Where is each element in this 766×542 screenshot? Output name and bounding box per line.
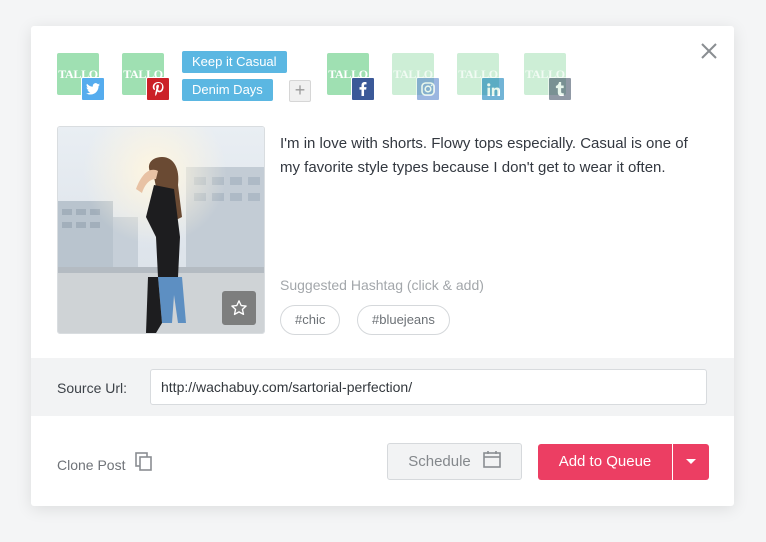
source-url-section: Source Url: xyxy=(31,358,734,416)
calendar-icon xyxy=(482,450,501,473)
clone-post-label: Clone Post xyxy=(57,456,126,473)
account-twitter[interactable]: TALLO xyxy=(57,53,105,101)
post-composer-modal: TALLO TALLO Keep it Casual Denim Days + … xyxy=(31,26,734,506)
pinterest-icon xyxy=(146,77,170,101)
clone-post-button[interactable]: Clone Post xyxy=(57,452,153,477)
account-pinterest[interactable]: TALLO xyxy=(122,53,170,101)
suggested-hashtag-label: Suggested Hashtag (click & add) xyxy=(280,277,484,293)
hashtag-chip[interactable]: #bluejeans xyxy=(357,305,450,335)
instagram-icon xyxy=(416,77,440,101)
post-caption[interactable]: I'm in love with shorts. Flowy tops espe… xyxy=(280,132,710,180)
account-facebook[interactable]: TALLO xyxy=(327,53,375,101)
board-chip[interactable]: Denim Days xyxy=(182,79,273,101)
add-board-button[interactable]: + xyxy=(289,80,311,102)
facebook-icon xyxy=(351,77,375,101)
source-url-label: Source Url: xyxy=(57,380,128,396)
linkedin-icon xyxy=(481,77,505,101)
account-linkedin[interactable]: TALLO xyxy=(457,53,505,101)
hashtag-chip[interactable]: #chic xyxy=(280,305,341,335)
twitter-icon xyxy=(81,77,105,101)
tumblr-icon xyxy=(548,77,572,101)
account-instagram[interactable]: TALLO xyxy=(392,53,440,101)
favorite-star-button[interactable] xyxy=(222,291,256,325)
schedule-label: Schedule xyxy=(408,453,471,470)
add-to-queue-button[interactable]: Add to Queue xyxy=(538,444,672,480)
copy-icon xyxy=(135,452,153,477)
chevron-down-icon xyxy=(685,453,697,471)
board-chip[interactable]: Keep it Casual xyxy=(182,51,287,73)
close-icon[interactable] xyxy=(698,40,720,62)
account-tumblr[interactable]: TALLO xyxy=(524,53,572,101)
source-url-input[interactable] xyxy=(150,369,707,405)
schedule-button[interactable]: Schedule xyxy=(387,443,522,480)
queue-options-dropdown[interactable] xyxy=(673,444,709,480)
post-image xyxy=(57,126,265,334)
